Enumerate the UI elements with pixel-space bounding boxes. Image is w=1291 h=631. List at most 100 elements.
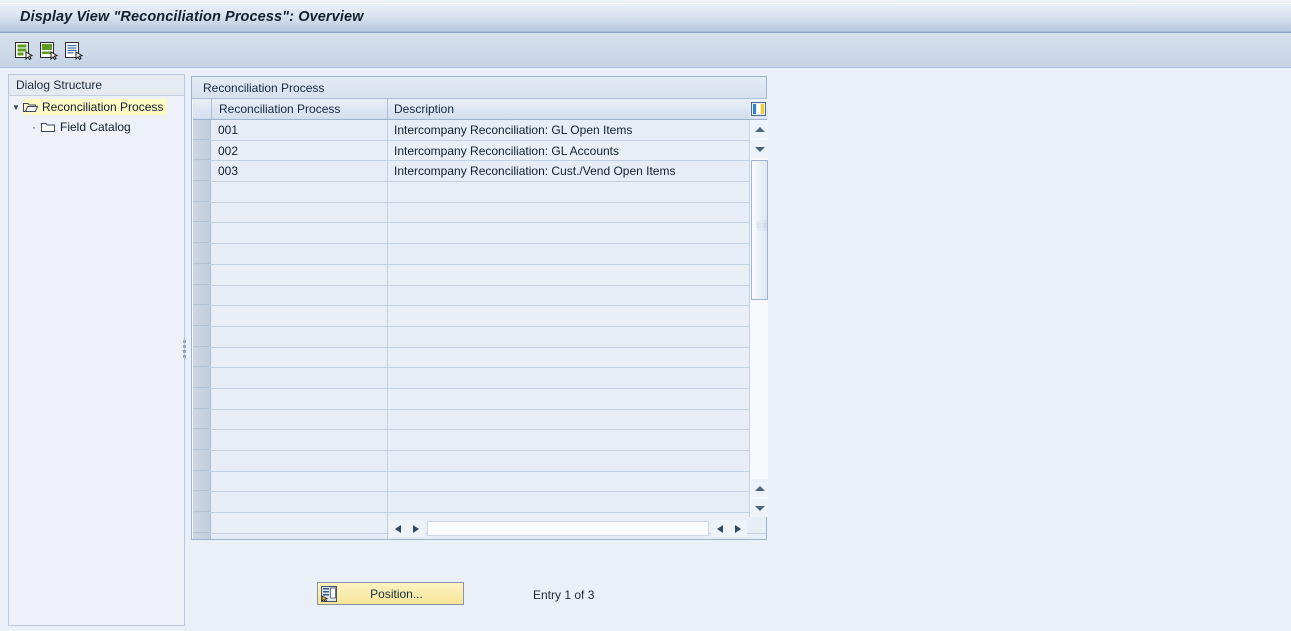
cell-description[interactable]: [388, 471, 748, 492]
row-select-button[interactable]: [193, 388, 211, 409]
table-row[interactable]: [193, 182, 766, 203]
row-select-button[interactable]: [193, 264, 211, 285]
cell-reconciliation-process[interactable]: [212, 223, 388, 244]
table-row[interactable]: [193, 451, 766, 472]
position-button[interactable]: Position...: [317, 582, 464, 605]
details-icon[interactable]: [63, 40, 85, 61]
cell-reconciliation-process[interactable]: [212, 409, 388, 430]
row-select-button[interactable]: [193, 430, 211, 450]
cell-description[interactable]: [388, 492, 748, 513]
row-select-button[interactable]: [193, 326, 211, 347]
row-select-button[interactable]: [193, 347, 211, 368]
table-settings-icon[interactable]: [749, 99, 768, 119]
cell-description[interactable]: [388, 326, 748, 347]
cell-description[interactable]: Intercompany Reconciliation: GL Open Ite…: [388, 120, 748, 140]
cell-description[interactable]: [388, 368, 748, 388]
horizontal-scrollbar[interactable]: [389, 519, 747, 538]
cell-reconciliation-process[interactable]: [212, 244, 388, 264]
row-select-button[interactable]: [193, 140, 211, 161]
vertical-scroll-track[interactable]: ░░ ░░: [751, 160, 768, 300]
cell-description[interactable]: [388, 285, 748, 306]
cell-description[interactable]: [388, 409, 748, 430]
cell-description[interactable]: [388, 347, 748, 368]
cell-description[interactable]: Intercompany Reconciliation: Cust./Vend …: [388, 161, 748, 182]
new-entries-icon[interactable]: [13, 40, 35, 61]
row-select-button[interactable]: [193, 285, 211, 306]
cell-description[interactable]: [388, 202, 748, 223]
vertical-scrollbar[interactable]: ░░ ░░: [749, 120, 768, 517]
cell-reconciliation-process[interactable]: [212, 326, 388, 347]
scroll-up-button[interactable]: [751, 120, 768, 138]
row-select-button[interactable]: [193, 471, 211, 492]
cell-reconciliation-process[interactable]: [212, 264, 388, 285]
row-select-button[interactable]: [193, 368, 211, 388]
table-row[interactable]: [193, 306, 766, 327]
panel-splitter-handle[interactable]: [183, 338, 188, 360]
cell-reconciliation-process[interactable]: [212, 388, 388, 409]
cell-description[interactable]: [388, 223, 748, 244]
horizontal-scroll-track[interactable]: [427, 521, 709, 536]
cell-reconciliation-process[interactable]: [212, 347, 388, 368]
sidebar-item-field-catalog[interactable]: · Field Catalog: [9, 117, 184, 137]
cell-description[interactable]: [388, 182, 748, 202]
cell-description[interactable]: [388, 430, 748, 450]
row-select-button[interactable]: [193, 306, 211, 326]
table-row[interactable]: [193, 223, 766, 245]
select-all-header[interactable]: [193, 99, 212, 119]
table-row[interactable]: [193, 492, 766, 514]
row-select-button[interactable]: [193, 451, 211, 471]
table-row[interactable]: [193, 264, 766, 286]
table-row[interactable]: [193, 430, 766, 451]
cell-reconciliation-process[interactable]: [212, 202, 388, 223]
scroll-down-button[interactable]: [751, 140, 768, 158]
sidebar-item-reconciliation-process[interactable]: ▼ Reconciliation Process: [9, 97, 184, 117]
scroll-page-up-button[interactable]: [751, 479, 768, 497]
table-row[interactable]: [193, 471, 766, 493]
table-row[interactable]: [193, 285, 766, 307]
cell-reconciliation-process[interactable]: 001: [212, 120, 388, 140]
table-row[interactable]: 001 Intercompany Reconciliation: GL Open …: [193, 120, 766, 141]
row-select-button[interactable]: [193, 223, 211, 244]
cell-reconciliation-process[interactable]: [212, 513, 388, 533]
cell-reconciliation-process[interactable]: [212, 368, 388, 388]
cell-reconciliation-process[interactable]: [212, 492, 388, 513]
cell-reconciliation-process[interactable]: [212, 285, 388, 306]
vertical-scroll-thumb[interactable]: ░░ ░░: [751, 160, 768, 300]
scroll-right-button[interactable]: [729, 520, 747, 537]
cell-description[interactable]: [388, 264, 748, 285]
cell-reconciliation-process[interactable]: [212, 533, 388, 539]
table-row[interactable]: [193, 368, 766, 389]
scroll-left-button[interactable]: [389, 520, 407, 537]
row-select-button[interactable]: [193, 533, 211, 539]
cell-reconciliation-process[interactable]: [212, 306, 388, 326]
row-select-button[interactable]: [193, 513, 211, 533]
table-row[interactable]: [193, 388, 766, 410]
table-row[interactable]: [193, 347, 766, 369]
scroll-right-page-button[interactable]: [711, 520, 729, 537]
cell-reconciliation-process[interactable]: [212, 451, 388, 471]
table-row[interactable]: 002 Intercompany Reconciliation: GL Accou…: [193, 140, 766, 162]
table-row[interactable]: 003 Intercompany Reconciliation: Cust./Ve…: [193, 161, 766, 183]
row-select-button[interactable]: [193, 182, 211, 202]
cell-description[interactable]: [388, 306, 748, 326]
scroll-left-page-button[interactable]: [407, 520, 425, 537]
cell-reconciliation-process[interactable]: [212, 430, 388, 450]
row-select-button[interactable]: [193, 161, 211, 182]
cell-description[interactable]: Intercompany Reconciliation: GL Accounts: [388, 140, 748, 161]
row-select-button[interactable]: [193, 202, 211, 223]
cell-reconciliation-process[interactable]: [212, 471, 388, 492]
copy-as-icon[interactable]: [38, 40, 60, 61]
row-select-button[interactable]: [193, 120, 211, 140]
cell-reconciliation-process[interactable]: [212, 182, 388, 202]
row-select-button[interactable]: [193, 492, 211, 513]
table-row[interactable]: [193, 326, 766, 348]
column-header-reconciliation-process[interactable]: Reconciliation Process: [212, 99, 388, 119]
table-row[interactable]: [193, 202, 766, 224]
table-row[interactable]: [193, 409, 766, 431]
scroll-page-down-button[interactable]: [751, 499, 768, 517]
cell-description[interactable]: [388, 244, 748, 264]
chevron-down-icon[interactable]: ▼: [9, 103, 23, 112]
table-row[interactable]: [193, 244, 766, 265]
column-header-description[interactable]: Description: [388, 99, 748, 119]
cell-reconciliation-process[interactable]: 002: [212, 140, 388, 161]
